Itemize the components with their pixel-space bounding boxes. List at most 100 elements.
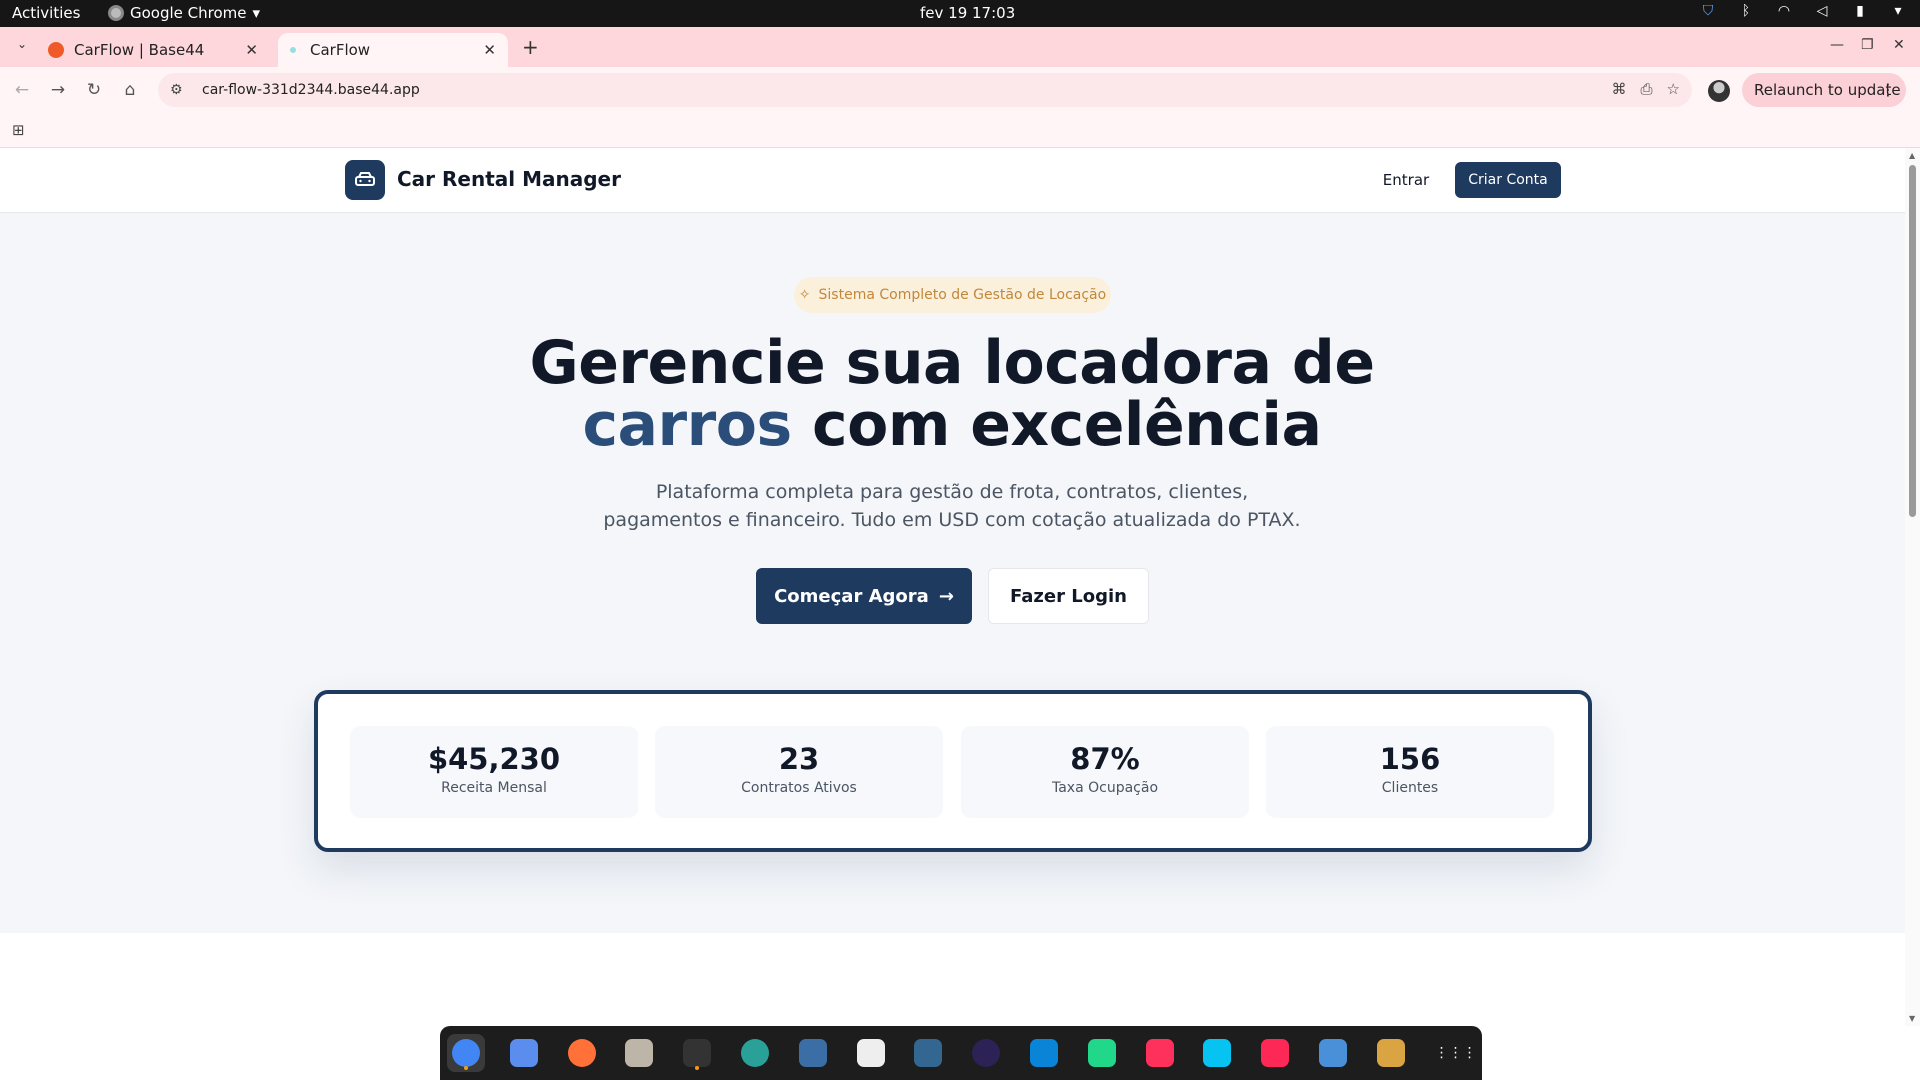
text-editor-icon[interactable]	[505, 1034, 543, 1072]
new-tab-button[interactable]: +	[522, 35, 539, 59]
site-info-icon[interactable]: ⚙	[170, 82, 190, 98]
car-logo-icon[interactable]	[345, 160, 385, 200]
firefox-icon[interactable]	[563, 1034, 601, 1072]
bluetooth-icon[interactable]: ᛒ	[1738, 3, 1754, 19]
profile-avatar[interactable]	[1708, 80, 1730, 102]
rubymine-icon-glyph	[1261, 1039, 1290, 1067]
stat-active-contracts: 23 Contratos Ativos	[655, 726, 943, 818]
page-scrollbar[interactable]: ▲ ▼	[1905, 148, 1920, 1026]
pgadmin-icon-glyph	[914, 1039, 943, 1067]
stats-card: $45,230 Receita Mensal 23 Contratos Ativ…	[314, 690, 1592, 852]
scrollbar-thumb[interactable]	[1909, 165, 1916, 517]
tab-search-button[interactable]: ⌄	[12, 37, 32, 57]
activities-button[interactable]: Activities	[12, 4, 80, 22]
eclipse-icon[interactable]	[967, 1034, 1005, 1072]
login-button[interactable]: Fazer Login	[988, 568, 1149, 624]
home-icon[interactable]: ⌂	[119, 80, 141, 100]
close-tab-icon[interactable]: ✕	[245, 41, 258, 59]
clock[interactable]: fev 19 17:03	[920, 4, 1015, 22]
stat-value: 156	[1379, 742, 1441, 776]
chrome-icon[interactable]	[447, 1034, 485, 1072]
vscode-icon[interactable]	[1025, 1034, 1063, 1072]
brand-name[interactable]: Car Rental Manager	[397, 167, 621, 191]
hero-title-accent: carros	[582, 390, 792, 460]
arrow-right-icon: →	[938, 585, 954, 607]
scroll-down-icon[interactable]: ▼	[1909, 1014, 1915, 1023]
tab-carflow[interactable]: CarFlow ✕	[278, 33, 508, 67]
carflow-favicon-icon	[290, 47, 296, 53]
hero-title-line2: com excelência	[791, 390, 1322, 460]
pgadmin-icon[interactable]	[909, 1034, 947, 1072]
restore-icon[interactable]: ❐	[1861, 37, 1874, 53]
terminal-icon[interactable]	[678, 1034, 716, 1072]
stat-label: Taxa Ocupação	[1051, 780, 1159, 796]
caret-down-icon: ▾	[252, 4, 261, 22]
files-icon-glyph	[625, 1039, 654, 1067]
running-indicator	[695, 1066, 700, 1070]
translate-icon[interactable]: ⌘	[1612, 80, 1627, 98]
minimize-icon[interactable]: —	[1830, 37, 1844, 53]
tab-title: CarFlow	[310, 41, 371, 59]
wifi-icon[interactable]: ◠	[1776, 3, 1792, 19]
chrome-icon-glyph	[452, 1039, 480, 1067]
relaunch-button[interactable]: Relaunch to update ⋮	[1742, 73, 1906, 107]
hero-title: Gerencie sua locadora de carros com exce…	[452, 332, 1452, 456]
stat-label: Clientes	[1381, 780, 1439, 796]
back-icon[interactable]: ←	[11, 80, 33, 100]
system-monitor-icon-glyph	[1319, 1039, 1347, 1067]
mysql-workbench-icon[interactable]	[794, 1034, 832, 1072]
browser-toolbar: ← → ↻ ⌂ ⚙ car-flow-331d2344.base44.app ⌘…	[0, 67, 1920, 115]
app-menu[interactable]: Google Chrome ▾	[108, 4, 260, 22]
car-icon	[355, 172, 375, 186]
forward-icon[interactable]: →	[47, 80, 69, 100]
stat-occupancy-rate: 87% Taxa Ocupação	[961, 726, 1249, 818]
brush-icon[interactable]	[1372, 1034, 1410, 1072]
get-started-button[interactable]: Começar Agora →	[756, 568, 972, 624]
reload-icon[interactable]: ↻	[83, 80, 105, 100]
create-account-button[interactable]: Criar Conta	[1455, 162, 1561, 198]
stat-value: $45,230	[427, 742, 561, 776]
inkscape-icon-glyph	[856, 1039, 885, 1067]
inkscape-icon[interactable]	[852, 1034, 890, 1072]
app-grid-icon[interactable]: ⋮⋮⋮	[1430, 1034, 1477, 1072]
tab-title: CarFlow | Base44	[74, 41, 205, 59]
rubymine-icon[interactable]	[1256, 1034, 1294, 1072]
close-window-icon[interactable]: ✕	[1893, 37, 1905, 53]
app-grid-icon-glyph: ⋮⋮⋮	[1434, 1045, 1477, 1061]
system-tray[interactable]: ⛉ ᛒ ◠ ◁ ▮ ▾	[1700, 3, 1906, 19]
apps-grid-icon[interactable]: ⊞	[12, 121, 25, 139]
web-page: Car Rental Manager Entrar Criar Conta ✧ …	[0, 148, 1905, 1026]
running-indicator	[464, 1066, 468, 1070]
install-app-icon[interactable]: ⎙	[1641, 80, 1653, 98]
files-icon[interactable]	[620, 1034, 658, 1072]
crossover-icon-glyph	[741, 1039, 769, 1067]
intellij-icon[interactable]	[1141, 1034, 1179, 1072]
crossover-icon[interactable]	[736, 1034, 774, 1072]
chrome-icon	[108, 5, 124, 21]
scroll-up-icon[interactable]: ▲	[1909, 151, 1915, 160]
address-bar[interactable]: ⚙ car-flow-331d2344.base44.app ⌘ ⎙ ☆	[158, 73, 1692, 107]
site-header: Car Rental Manager Entrar Criar Conta	[0, 148, 1905, 213]
tab-carflow-base44[interactable]: CarFlow | Base44 ✕	[40, 33, 270, 67]
login-link-button[interactable]: Entrar	[1372, 162, 1440, 198]
next-section-heading-cut-off: ▬ ▃▖ ▄▃▂▃ ▃ ▂▃▖ ▂▃▃ ▃ ▄▃▂	[620, 1014, 1320, 1026]
close-tab-icon[interactable]: ✕	[483, 41, 496, 59]
mysql-workbench-icon-glyph	[798, 1039, 827, 1067]
pycharm-icon-glyph	[1087, 1039, 1116, 1067]
shield-icon[interactable]: ⛉	[1700, 3, 1716, 19]
pycharm-icon[interactable]	[1083, 1034, 1121, 1072]
hero-subtitle-line2: pagamentos e financeiro. Tudo em USD com…	[603, 509, 1301, 531]
battery-icon[interactable]: ▮	[1852, 3, 1868, 19]
bookmark-star-icon[interactable]: ☆	[1667, 80, 1680, 98]
badge-text: Sistema Completo de Gestão de Locação	[818, 287, 1107, 303]
system-monitor-icon[interactable]	[1314, 1034, 1352, 1072]
volume-icon[interactable]: ◁	[1814, 3, 1830, 19]
intellij-icon-glyph	[1145, 1039, 1174, 1067]
hero-title-line1: Gerencie sua locadora de	[529, 328, 1375, 398]
url-text[interactable]: car-flow-331d2344.base44.app	[202, 82, 420, 98]
webstorm-icon[interactable]	[1198, 1034, 1236, 1072]
stat-label: Contratos Ativos	[741, 780, 857, 796]
chevron-down-icon[interactable]: ▾	[1890, 3, 1906, 19]
more-options-icon[interactable]: ⋮	[1880, 80, 1896, 99]
app-menu-label: Google Chrome	[130, 4, 247, 22]
